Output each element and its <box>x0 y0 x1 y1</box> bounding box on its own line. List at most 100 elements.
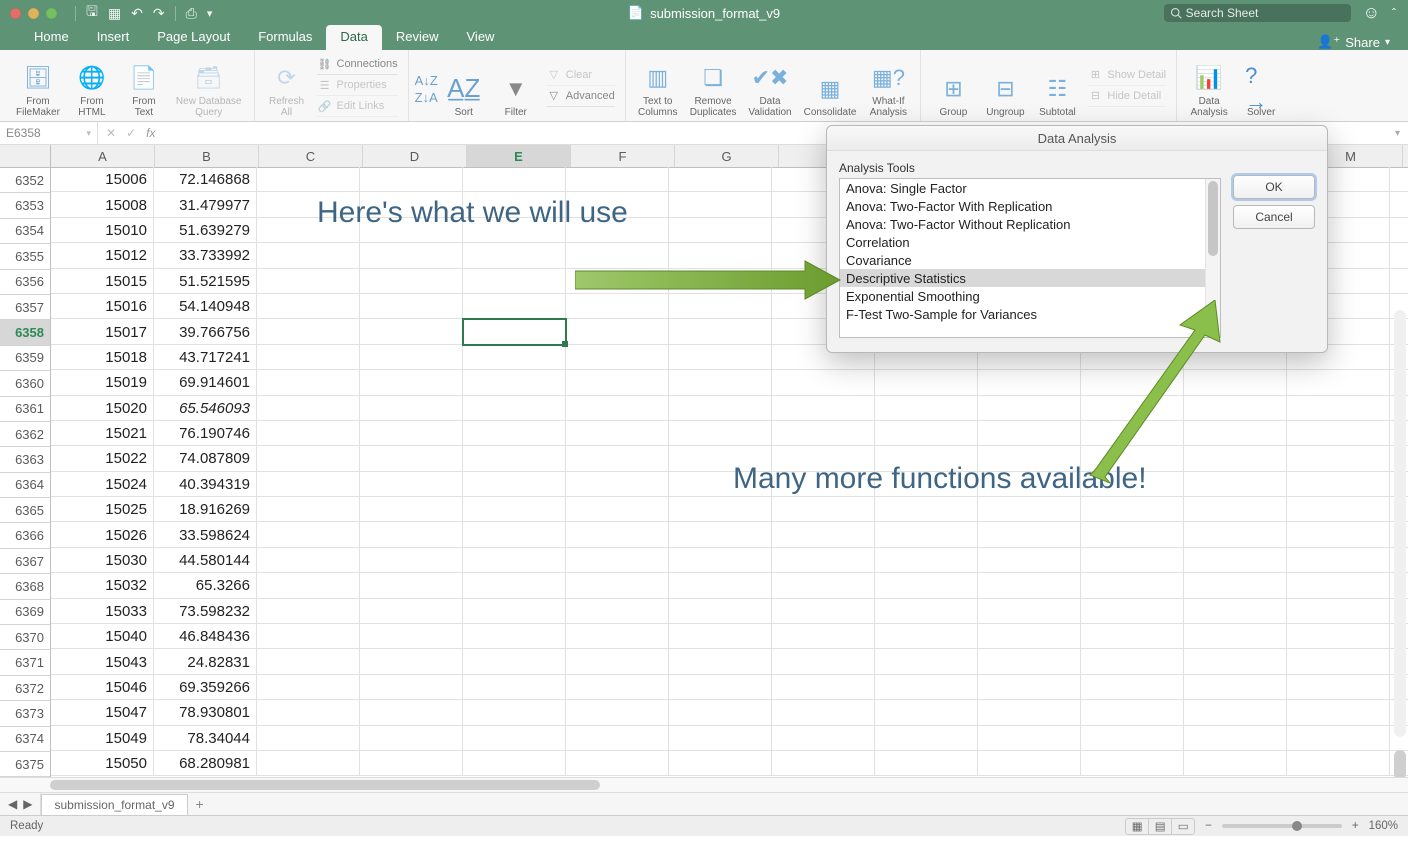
cell[interactable] <box>257 269 360 294</box>
cell[interactable]: 78.930801 <box>154 700 257 725</box>
cell[interactable] <box>566 675 669 700</box>
cell[interactable] <box>360 472 463 497</box>
analysis-tool-item[interactable]: Anova: Two-Factor Without Replication <box>840 215 1220 233</box>
cell[interactable]: 18.916269 <box>154 497 257 522</box>
cell[interactable] <box>566 446 669 471</box>
tab-formulas[interactable]: Formulas <box>244 25 326 50</box>
row-header[interactable]: 6357 <box>0 295 50 320</box>
cell[interactable] <box>1287 649 1390 674</box>
cell[interactable] <box>257 573 360 598</box>
vertical-scrollbar-track[interactable] <box>1394 310 1406 737</box>
cell[interactable] <box>1081 700 1184 725</box>
cell[interactable] <box>978 396 1081 421</box>
row-header[interactable]: 6368 <box>0 574 50 599</box>
cell[interactable] <box>875 649 978 674</box>
cell[interactable]: 31.479977 <box>154 192 257 217</box>
row-header[interactable]: 6355 <box>0 244 50 269</box>
tab-page-layout[interactable]: Page Layout <box>143 25 244 50</box>
cell[interactable]: 15019 <box>51 370 154 395</box>
cell[interactable] <box>463 675 566 700</box>
cell[interactable] <box>566 167 669 192</box>
cell[interactable]: 15032 <box>51 573 154 598</box>
cell[interactable] <box>463 624 566 649</box>
cell[interactable] <box>669 396 772 421</box>
column-header-D[interactable]: D <box>363 145 467 167</box>
cell[interactable] <box>1081 421 1184 446</box>
cell[interactable] <box>257 624 360 649</box>
cell[interactable] <box>360 167 463 192</box>
cell[interactable] <box>257 675 360 700</box>
cell[interactable] <box>669 522 772 547</box>
cell[interactable] <box>1184 751 1287 776</box>
cell[interactable]: 15018 <box>51 345 154 370</box>
row-header[interactable]: 6371 <box>0 650 50 675</box>
add-sheet-button[interactable]: + <box>188 796 212 812</box>
cell[interactable]: 15008 <box>51 192 154 217</box>
row-header[interactable]: 6374 <box>0 727 50 752</box>
row-header[interactable]: 6354 <box>0 219 50 244</box>
connections-button[interactable]: ⛓Connections <box>317 54 398 75</box>
cell[interactable] <box>1184 497 1287 522</box>
cell[interactable] <box>1184 573 1287 598</box>
cell[interactable] <box>566 294 669 319</box>
cell[interactable] <box>1081 599 1184 624</box>
cell[interactable] <box>1184 700 1287 725</box>
cell[interactable] <box>1184 675 1287 700</box>
cell[interactable]: 15010 <box>51 218 154 243</box>
cell[interactable] <box>566 319 669 344</box>
row-header[interactable]: 6369 <box>0 600 50 625</box>
cell[interactable] <box>772 649 875 674</box>
cell[interactable] <box>463 726 566 751</box>
save-icon[interactable]: 🖫 <box>86 1 98 25</box>
cell[interactable] <box>669 421 772 446</box>
dialog-list-scrollbar[interactable] <box>1205 179 1220 337</box>
cell[interactable] <box>463 573 566 598</box>
tab-view[interactable]: View <box>453 25 509 50</box>
column-header-G[interactable]: G <box>675 145 779 167</box>
cell[interactable]: 44.580144 <box>154 548 257 573</box>
tab-data[interactable]: Data <box>326 25 381 50</box>
cell[interactable]: 15050 <box>51 751 154 776</box>
cell[interactable] <box>875 370 978 395</box>
remove-duplicates-button[interactable]: ❏Remove Duplicates <box>685 52 742 120</box>
qat-more-icon[interactable]: ▾ <box>207 7 213 20</box>
cell[interactable] <box>875 624 978 649</box>
sheet-next-icon[interactable]: ▶ <box>23 797 32 811</box>
cell[interactable] <box>772 599 875 624</box>
cell[interactable] <box>463 294 566 319</box>
cell[interactable] <box>360 345 463 370</box>
cell[interactable]: 15046 <box>51 675 154 700</box>
cell[interactable] <box>360 243 463 268</box>
cell[interactable]: 69.914601 <box>154 370 257 395</box>
from-filemaker-button[interactable]: 🗄From FileMaker <box>11 52 65 120</box>
cell[interactable] <box>978 726 1081 751</box>
fx-icon[interactable]: fx <box>146 126 155 140</box>
cell[interactable] <box>1081 726 1184 751</box>
view-normal-icon[interactable]: ▦ <box>1126 819 1149 834</box>
row-header[interactable]: 6352 <box>0 168 50 193</box>
cell[interactable] <box>566 548 669 573</box>
cell[interactable] <box>463 700 566 725</box>
cancel-button[interactable]: Cancel <box>1233 205 1315 229</box>
group-button[interactable]: ⊞Group <box>928 52 978 120</box>
column-header-C[interactable]: C <box>259 145 363 167</box>
cell[interactable]: 24.82831 <box>154 649 257 674</box>
analysis-tool-item[interactable]: Covariance <box>840 251 1220 269</box>
cell[interactable] <box>1287 624 1390 649</box>
cell[interactable]: 15049 <box>51 726 154 751</box>
cell[interactable] <box>257 726 360 751</box>
cell[interactable] <box>257 599 360 624</box>
cell[interactable] <box>1287 370 1390 395</box>
cell[interactable] <box>669 345 772 370</box>
cell[interactable] <box>566 345 669 370</box>
tab-home[interactable]: Home <box>20 25 83 50</box>
cell[interactable] <box>566 700 669 725</box>
row-header[interactable]: 6375 <box>0 752 50 777</box>
cell[interactable] <box>669 497 772 522</box>
cell[interactable] <box>257 522 360 547</box>
minimize-window-icon[interactable] <box>28 8 39 19</box>
cell[interactable] <box>257 700 360 725</box>
cell[interactable] <box>257 294 360 319</box>
cell[interactable] <box>1184 446 1287 471</box>
cell[interactable] <box>669 319 772 344</box>
